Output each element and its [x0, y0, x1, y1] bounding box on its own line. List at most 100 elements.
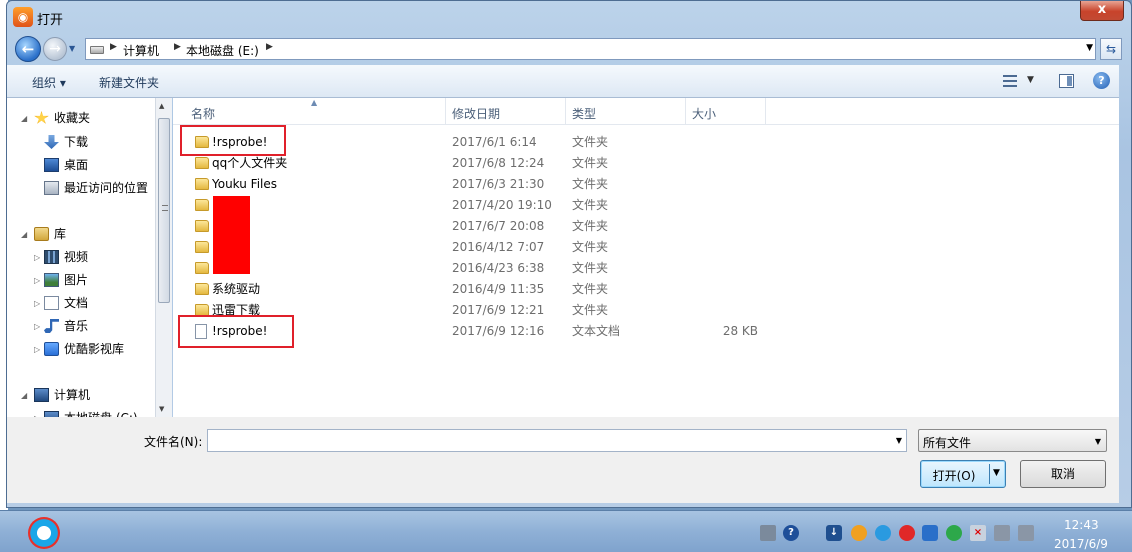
breadcrumb-arrow-icon[interactable]: ▶: [266, 42, 273, 52]
file-list: ▲ 名称 修改日期 类型 大小 !rsprobe! 2017/6/1 6:14 文件…: [173, 98, 1119, 417]
expand-arrow-icon[interactable]: ▷: [34, 299, 40, 308]
expand-arrow-icon[interactable]: ▷: [34, 253, 40, 262]
organize-button[interactable]: 组织 ▾: [32, 74, 66, 91]
file-row[interactable]: 2017/6/7 20:08 文件夹: [173, 216, 1119, 237]
expand-arrow-icon[interactable]: ▷: [34, 322, 40, 331]
signal-icon[interactable]: [994, 525, 1010, 541]
column-modified[interactable]: 修改日期: [452, 105, 500, 122]
file-type: 文件夹: [572, 156, 609, 170]
volume-icon[interactable]: [1018, 525, 1034, 541]
file-modified-date: 2016/4/12 7:07: [452, 240, 545, 254]
forward-button[interactable]: →: [43, 37, 67, 61]
file-type: 文件夹: [572, 135, 609, 149]
filename-input[interactable]: ▼: [207, 429, 907, 452]
file-row[interactable]: Youku Files 2017/6/3 21:30 文件夹: [173, 174, 1119, 195]
new-folder-button[interactable]: 新建文件夹: [99, 74, 159, 91]
computer-icon: [34, 388, 49, 402]
folder-icon: [195, 220, 209, 232]
breadcrumb-arrow-icon[interactable]: ▶: [174, 42, 181, 52]
nav-scrollbar[interactable]: ▲ ▼: [155, 98, 172, 417]
video-icon: [44, 250, 59, 264]
preview-pane-icon[interactable]: [1059, 74, 1074, 88]
address-dropdown-icon[interactable]: ▼: [1086, 43, 1093, 53]
file-row[interactable]: qq个人文件夹 2017/6/8 12:24 文件夹: [173, 153, 1119, 174]
clock-date[interactable]: 2017/6/9: [1054, 537, 1108, 551]
open-dropdown-icon[interactable]: ▼: [993, 468, 1000, 478]
expand-arrow-icon[interactable]: ▷: [34, 345, 40, 354]
view-options-icon[interactable]: [1003, 75, 1017, 87]
file-row[interactable]: 系统驱动 2016/4/9 11:35 文件夹: [173, 279, 1119, 300]
file-type: 文件夹: [572, 177, 609, 191]
app-icon: ◉: [13, 7, 33, 27]
youku-library-icon: [44, 342, 59, 356]
help-tray-icon[interactable]: ?: [783, 525, 799, 541]
file-row[interactable]: 2016/4/23 6:38 文件夹: [173, 258, 1119, 279]
column-type[interactable]: 类型: [572, 105, 596, 122]
expand-arrow-icon[interactable]: ▷: [34, 276, 40, 285]
file-modified-date: 2017/6/1 6:14: [452, 135, 537, 149]
file-row[interactable]: 2016/4/12 7:07 文件夹: [173, 237, 1119, 258]
breadcrumb-drive-e[interactable]: 本地磁盘 (E:): [186, 42, 259, 59]
file-type: 文件夹: [572, 261, 609, 275]
history-dropdown-icon[interactable]: ▼: [69, 44, 75, 53]
breadcrumb-arrow-icon[interactable]: ▶: [110, 42, 117, 52]
file-modified-date: 2017/6/9 12:21: [452, 303, 545, 317]
music-icon: [44, 319, 59, 333]
folder-icon: [195, 199, 209, 211]
help-icon[interactable]: ?: [1093, 72, 1110, 89]
view-dropdown-icon[interactable]: ▼: [1027, 75, 1034, 85]
file-row[interactable]: !rsprobe! 2017/6/9 12:16 文本文档 28 KB: [173, 321, 1119, 342]
network-error-icon[interactable]: ×: [970, 525, 986, 541]
file-type: 文件夹: [572, 198, 609, 212]
tray-app-icon[interactable]: [875, 525, 891, 541]
refresh-button[interactable]: ⇆: [1100, 38, 1122, 60]
picture-icon: [44, 273, 59, 287]
scroll-down-icon[interactable]: ▼: [159, 405, 164, 413]
youku-app-icon[interactable]: [28, 517, 60, 549]
file-size: 28 KB: [722, 324, 758, 338]
file-type: 文件夹: [572, 303, 609, 317]
collapse-arrow-icon[interactable]: ◢: [21, 114, 27, 123]
clock-time[interactable]: 12:43: [1064, 518, 1099, 532]
shield-icon[interactable]: [922, 525, 938, 541]
column-headers: ▲ 名称 修改日期 类型 大小: [173, 98, 1119, 125]
file-modified-date: 2017/6/8 12:24: [452, 156, 545, 170]
tray-app-icon[interactable]: [899, 525, 915, 541]
file-name: 系统驱动: [212, 282, 261, 296]
download-tray-icon[interactable]: ↓: [826, 525, 842, 541]
back-button[interactable]: ←: [15, 36, 41, 62]
column-size[interactable]: 大小: [692, 105, 716, 122]
tray-app-icon[interactable]: [946, 525, 962, 541]
filename-dropdown-icon[interactable]: ▼: [896, 436, 902, 445]
tray-app-icon[interactable]: [851, 525, 867, 541]
command-toolbar: 组织 ▾ 新建文件夹 ▼ ?: [7, 65, 1119, 98]
window-title: 打开: [37, 13, 64, 28]
scroll-up-icon[interactable]: ▲: [159, 102, 164, 110]
breadcrumb-computer[interactable]: 计算机: [123, 42, 159, 59]
star-icon: [34, 111, 49, 124]
cancel-button[interactable]: 取消: [1020, 460, 1106, 488]
document-icon: [44, 296, 59, 310]
sort-ascending-icon: ▲: [311, 98, 318, 107]
collapse-arrow-icon[interactable]: ◢: [21, 230, 27, 239]
file-modified-date: 2017/6/3 21:30: [452, 177, 545, 191]
close-button[interactable]: x: [1080, 1, 1124, 21]
scrollbar-thumb[interactable]: [158, 118, 170, 303]
folder-icon: [195, 283, 209, 295]
file-modified-date: 2017/6/7 20:08: [452, 219, 545, 233]
address-bar[interactable]: ▶ 计算机 ▶ 本地磁盘 (E:) ▶ ▼: [85, 38, 1096, 60]
file-row[interactable]: 迅雷下载 2017/6/9 12:21 文件夹: [173, 300, 1119, 321]
keyboard-icon[interactable]: [760, 525, 776, 541]
filetype-select[interactable]: 所有文件 ▼: [918, 429, 1107, 452]
filename-label: 文件名(N):: [144, 435, 203, 449]
file-name: qq个人文件夹: [212, 156, 288, 170]
download-icon: [44, 135, 59, 149]
file-row[interactable]: 2017/4/20 19:10 文件夹: [173, 195, 1119, 216]
recent-places-icon: [44, 181, 59, 195]
file-modified-date: 2017/6/9 12:16: [452, 324, 545, 338]
title-bar[interactable]: ◉ 打开 x: [7, 1, 1131, 33]
file-row[interactable]: !rsprobe! 2017/6/1 6:14 文件夹: [173, 132, 1119, 153]
column-name[interactable]: 名称: [191, 105, 215, 122]
collapse-arrow-icon[interactable]: ◢: [21, 391, 27, 400]
open-button[interactable]: 打开(O) ▼: [920, 460, 1006, 488]
